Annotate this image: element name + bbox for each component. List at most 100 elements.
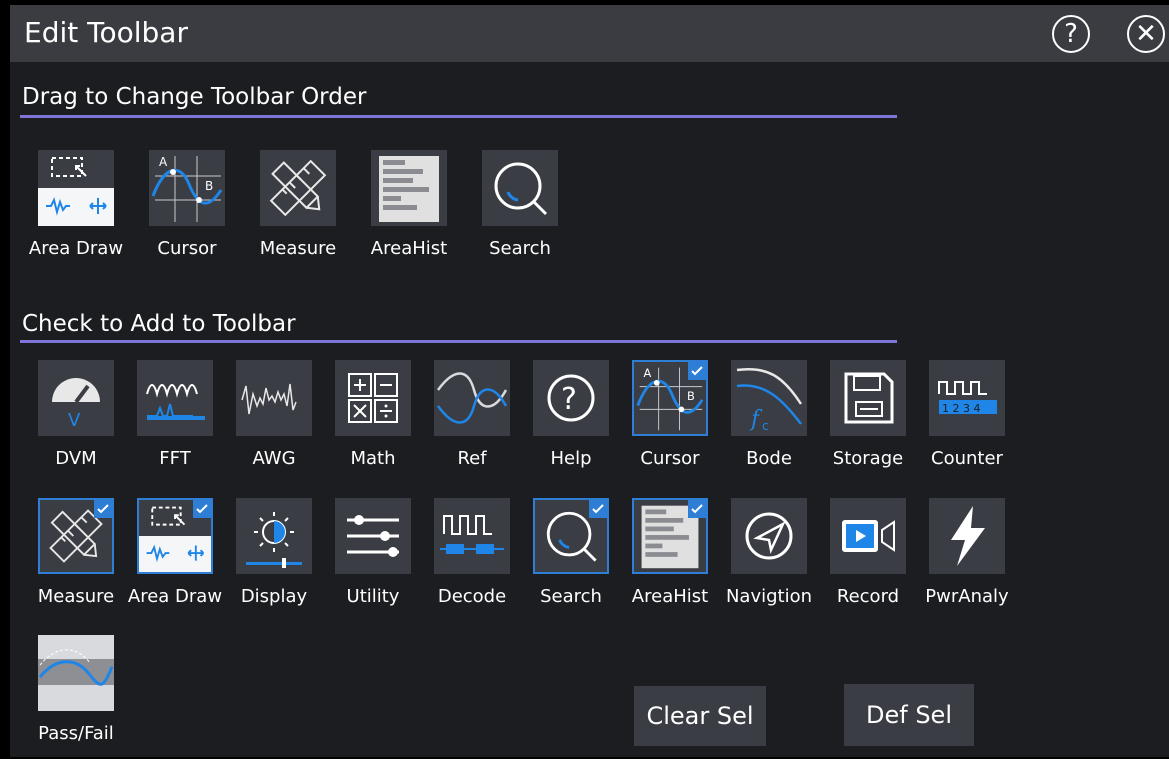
decode-icon[interactable] <box>434 498 510 574</box>
area-draw-icon[interactable] <box>38 150 114 226</box>
tile-label: Math <box>350 448 396 469</box>
add-item-fft[interactable]: FFT <box>121 360 231 484</box>
svg-text:B: B <box>205 179 213 193</box>
search-icon[interactable] <box>533 498 609 574</box>
add-item-storage[interactable]: Storage <box>814 360 924 484</box>
add-item-navigtion[interactable]: Navigtion <box>715 498 825 622</box>
order-item-cursor[interactable]: A B Cursor <box>133 150 243 274</box>
tile-label: Storage <box>832 448 904 469</box>
tile-label: Help <box>550 448 592 469</box>
tile-label: Display <box>240 586 308 607</box>
add-item-area-draw[interactable]: Area Draw <box>121 498 231 622</box>
svg-text:1 2 3 4: 1 2 3 4 <box>942 402 980 415</box>
tile-label: FFT <box>159 448 191 469</box>
add-item-pass-fail[interactable]: Pass/Fail <box>22 635 132 759</box>
add-item-measure[interactable]: Measure <box>22 498 132 622</box>
order-item-measure[interactable]: Measure <box>244 150 354 274</box>
clear-selection-button[interactable]: Clear Sel <box>634 686 766 746</box>
awg-icon[interactable] <box>236 360 312 436</box>
tile-label: Ref <box>457 448 487 469</box>
tile-label: AreaHist <box>631 586 709 607</box>
tile-label: Area Draw <box>127 586 223 607</box>
svg-text:c: c <box>762 419 769 433</box>
areahist-icon[interactable] <box>371 150 447 226</box>
tile-label: Counter <box>931 448 1003 469</box>
counter-icon[interactable]: 1 2 3 4 <box>929 360 1005 436</box>
edit-toolbar-panel: Drag to Change Toolbar Order Area Draw A… <box>10 62 1169 757</box>
add-item-decode[interactable]: Decode <box>418 498 528 622</box>
tile-label: Cursor <box>157 238 217 259</box>
tile-label: DVM <box>55 448 97 469</box>
navigation-icon[interactable] <box>731 498 807 574</box>
tile-label: Navigtion <box>725 586 813 607</box>
add-item-ref[interactable]: Ref <box>418 360 528 484</box>
power-analysis-icon[interactable] <box>929 498 1005 574</box>
search-icon[interactable] <box>482 150 558 226</box>
tile-label: Bode <box>746 448 792 469</box>
order-item-areahist[interactable]: AreaHist <box>355 150 465 274</box>
checkmark-icon <box>193 500 211 518</box>
tile-label: Record <box>836 586 900 607</box>
close-icon[interactable]: ✕ <box>1127 15 1165 53</box>
add-item-cursor[interactable]: A B Cursor <box>616 360 726 484</box>
measure-icon[interactable] <box>260 150 336 226</box>
cursor-icon[interactable]: A B <box>149 150 225 226</box>
tile-label: Cursor <box>640 448 700 469</box>
pass-fail-icon[interactable] <box>38 635 114 711</box>
tile-label: Measure <box>37 586 115 607</box>
tile-label: Search <box>489 238 551 259</box>
tile-label: AWG <box>252 448 296 469</box>
order-section-title: Drag to Change Toolbar Order <box>22 84 367 110</box>
tile-label: AreaHist <box>370 238 448 259</box>
help-icon[interactable]: ? <box>533 360 609 436</box>
title-bar: Edit Toolbar ? ✕ <box>10 5 1169 62</box>
window-title: Edit Toolbar <box>24 16 188 49</box>
svg-text:A: A <box>643 366 651 380</box>
tile-label: PwrAnaly <box>925 586 1009 607</box>
tile-label: Pass/Fail <box>38 723 114 744</box>
add-item-math[interactable]: Math <box>319 360 429 484</box>
order-item-area-draw[interactable]: Area Draw <box>22 150 132 274</box>
cursor-icon[interactable]: A B <box>632 360 708 436</box>
add-item-record[interactable]: Record <box>814 498 924 622</box>
help-icon[interactable]: ? <box>1052 15 1090 53</box>
order-section-divider <box>20 115 897 118</box>
order-item-search[interactable]: Search <box>466 150 576 274</box>
display-icon[interactable] <box>236 498 312 574</box>
add-item-counter[interactable]: 1 2 3 4 Counter <box>913 360 1023 484</box>
checkmark-icon <box>688 362 706 380</box>
checkmark-icon <box>589 500 607 518</box>
add-item-display[interactable]: Display <box>220 498 330 622</box>
math-icon[interactable] <box>335 360 411 436</box>
tile-label: Utility <box>346 586 400 607</box>
add-item-dvm[interactable]: V DVM <box>22 360 132 484</box>
dvm-icon[interactable]: V <box>38 360 114 436</box>
add-item-search[interactable]: Search <box>517 498 627 622</box>
record-icon[interactable] <box>830 498 906 574</box>
svg-text:f: f <box>749 407 763 432</box>
add-item-help[interactable]: ? Help <box>517 360 627 484</box>
add-item-bode[interactable]: f c Bode <box>715 360 825 484</box>
svg-text:B: B <box>687 389 695 403</box>
measure-icon[interactable] <box>38 498 114 574</box>
utility-icon[interactable] <box>335 498 411 574</box>
tile-label: Decode <box>437 586 507 607</box>
fft-icon[interactable] <box>137 360 213 436</box>
add-item-utility[interactable]: Utility <box>319 498 429 622</box>
default-selection-button[interactable]: Def Sel <box>844 684 974 746</box>
checkmark-icon <box>688 500 706 518</box>
area-draw-icon[interactable] <box>137 498 213 574</box>
bode-icon[interactable]: f c <box>731 360 807 436</box>
tile-label: Measure <box>259 238 337 259</box>
tile-label: Search <box>540 586 602 607</box>
areahist-icon[interactable] <box>632 498 708 574</box>
svg-text:V: V <box>68 410 81 431</box>
checkmark-icon <box>94 500 112 518</box>
add-item-areahist[interactable]: AreaHist <box>616 498 726 622</box>
add-section-title: Check to Add to Toolbar <box>22 311 296 337</box>
ref-icon[interactable] <box>434 360 510 436</box>
svg-text:?: ? <box>561 382 577 417</box>
storage-icon[interactable] <box>830 360 906 436</box>
add-item-pwranaly[interactable]: PwrAnaly <box>913 498 1023 622</box>
add-item-awg[interactable]: AWG <box>220 360 330 484</box>
